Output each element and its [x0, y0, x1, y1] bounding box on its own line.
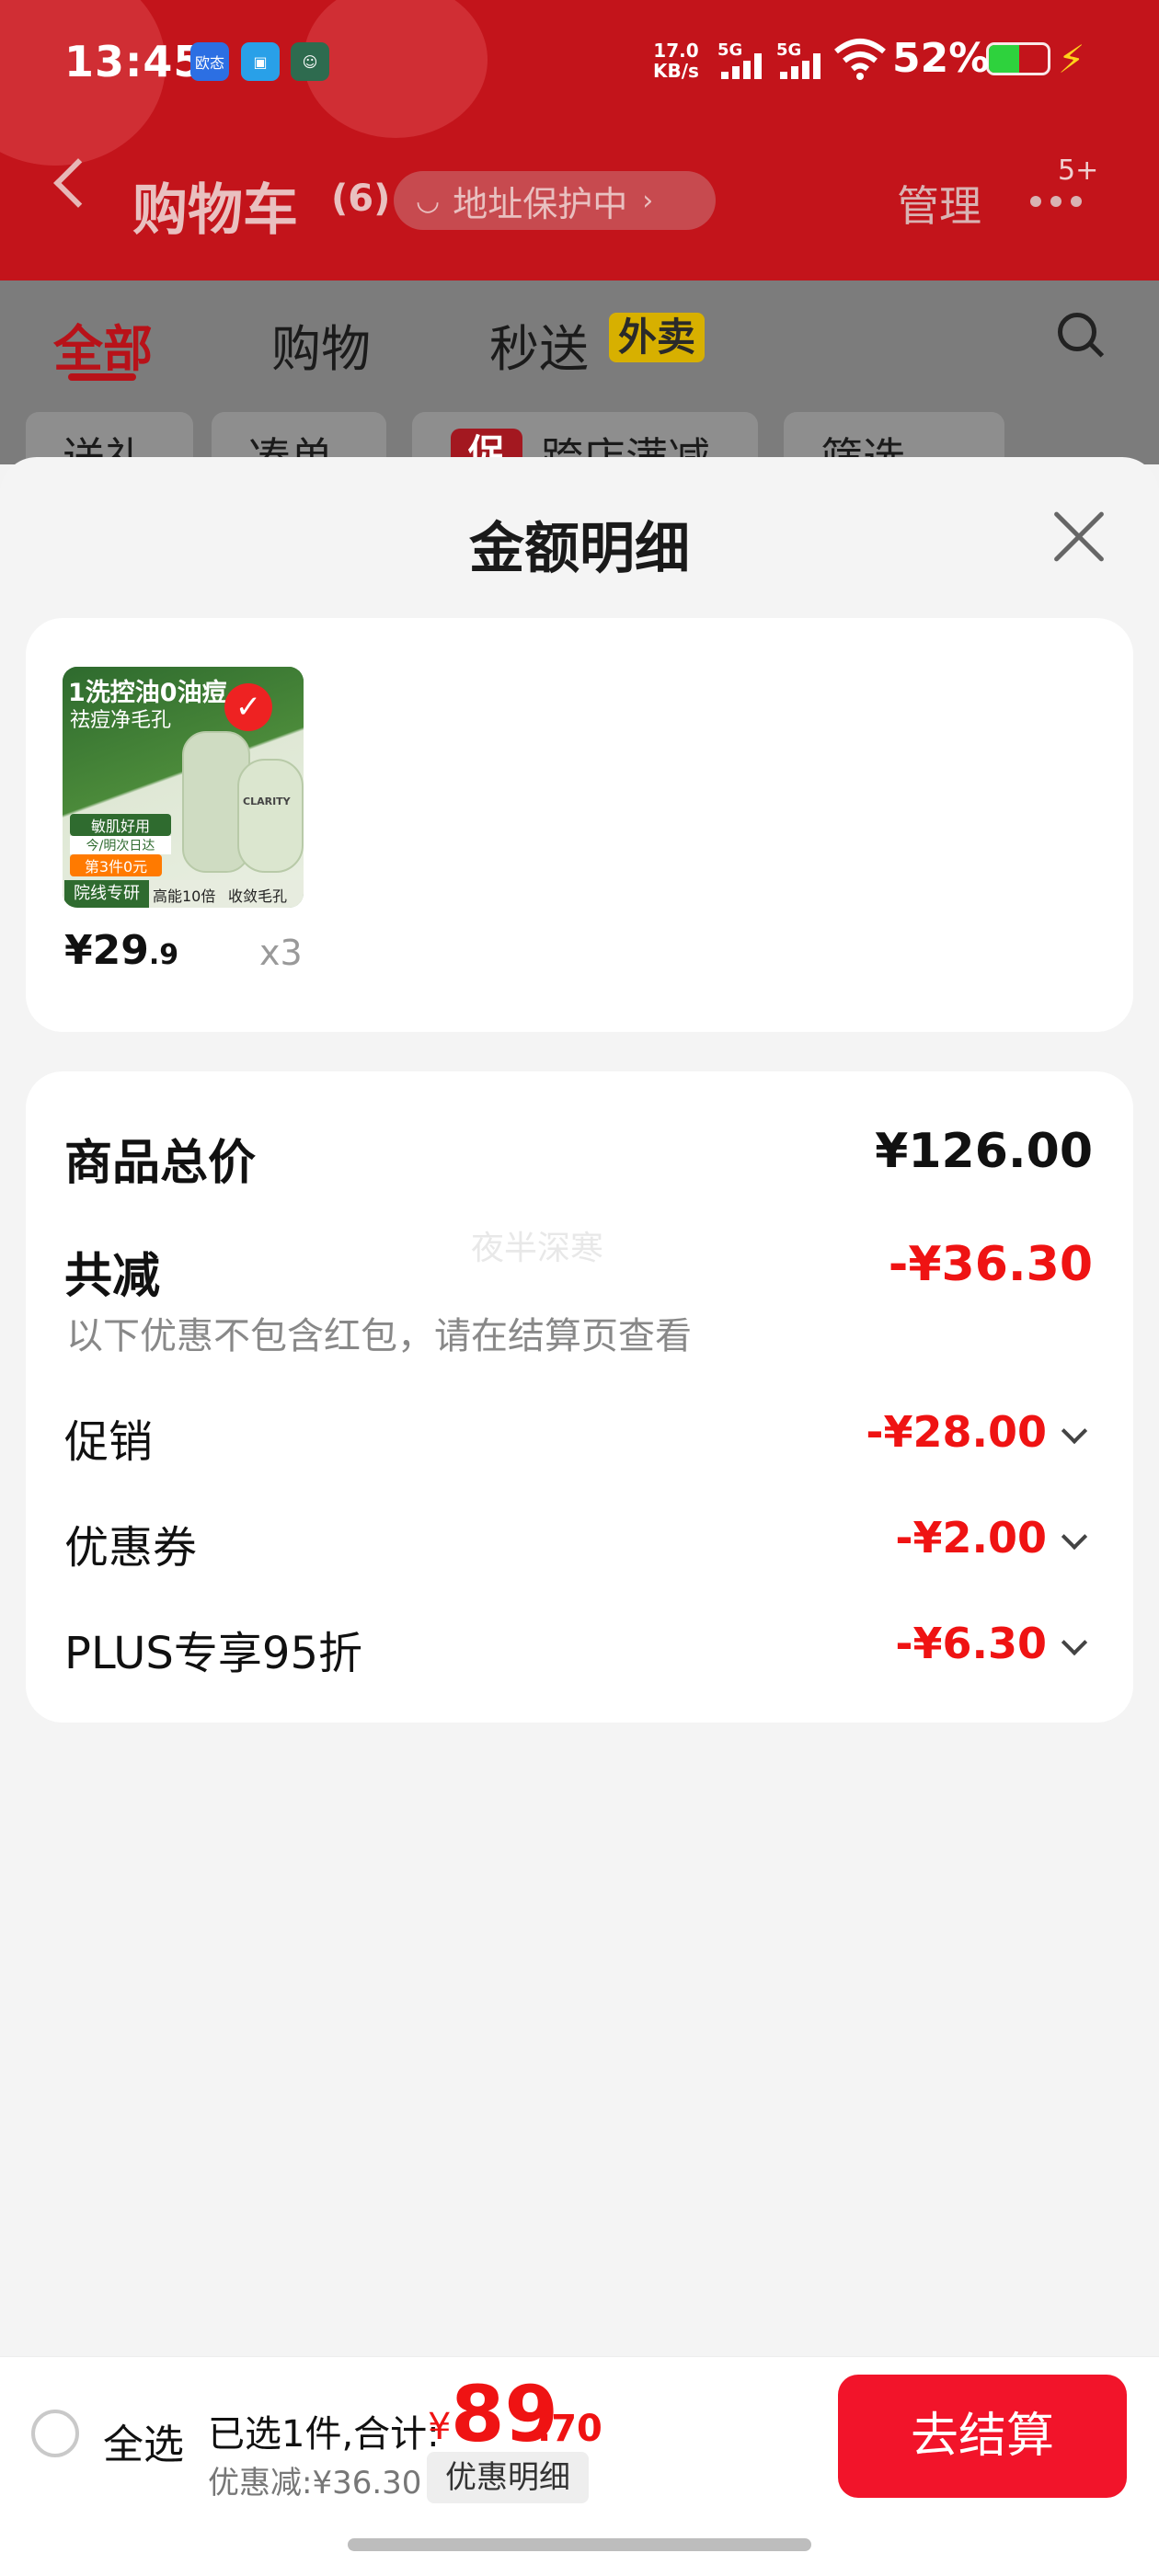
more-icon[interactable]	[1030, 193, 1091, 211]
waimai-tag: 外卖	[609, 313, 706, 362]
select-all-label[interactable]: 全选	[103, 2411, 184, 2470]
coupon-value[interactable]: -¥2.00	[895, 1513, 1047, 1563]
sheet-title: 金额明细	[469, 517, 690, 581]
search-icon[interactable]	[1058, 313, 1096, 351]
page-title: 购物车	[132, 178, 298, 243]
address-pill-label: 地址保护中	[453, 183, 628, 224]
app-notification-icon: 欧态	[190, 42, 229, 81]
total-price-label: 商品总价	[64, 1136, 257, 1191]
checkout-button[interactable]: 去结算	[838, 2375, 1127, 2498]
selected-summary: 已选1件,合计:	[208, 2413, 440, 2456]
avatar-icon: ☺	[291, 42, 329, 81]
product-bottle	[237, 759, 304, 873]
total-reduction-label: 共减	[64, 1249, 161, 1304]
signal-icon	[780, 53, 822, 79]
clip-icon: ▣	[241, 42, 280, 81]
plus-discount-label: PLUS专享95折	[64, 1628, 362, 1679]
tab-active-indicator	[68, 373, 136, 381]
signal-icon	[721, 53, 763, 79]
battery-icon	[986, 42, 1050, 75]
cart-count: (6)	[331, 177, 391, 220]
discount-summary: 优惠减:¥36.30	[208, 2465, 422, 2502]
wifi-icon	[832, 37, 888, 85]
select-all-radio[interactable]	[31, 2410, 79, 2457]
total-currency: ¥	[428, 2406, 452, 2448]
network-speed: 17.0 KB/s	[653, 40, 699, 82]
reduction-note: 以下优惠不包含红包，请在结算页查看	[66, 1315, 692, 1357]
watermark-text: 夜半深寒	[471, 1230, 604, 1267]
total-reduction-value: -¥36.30	[888, 1237, 1093, 1292]
coupon-label: 优惠券	[64, 1522, 198, 1574]
plus-discount-value[interactable]: -¥6.30	[895, 1619, 1047, 1668]
discount-detail-button[interactable]: 优惠明细	[427, 2452, 589, 2503]
home-indicator[interactable]	[348, 2538, 811, 2551]
message-badge: 5+	[1058, 155, 1099, 187]
promo-label: 促销	[64, 1416, 154, 1468]
close-icon[interactable]	[1049, 508, 1107, 567]
smile-icon: ◡	[416, 184, 441, 217]
charging-icon: ⚡	[1058, 37, 1085, 82]
promo-value[interactable]: -¥28.00	[866, 1407, 1047, 1457]
checkmark-badge-icon: ✓	[224, 683, 272, 731]
address-protection-pill[interactable]: ◡ 地址保护中 ›	[394, 171, 716, 230]
product-quantity: x3	[259, 933, 303, 973]
tab-instant-delivery[interactable]: 秒送	[489, 308, 589, 381]
total-price-value: ¥126.00	[875, 1124, 1093, 1179]
status-time: 13:45	[64, 37, 204, 86]
product-image[interactable]: 1洗控油0油痘 祛痘净毛孔 ✓ CLARITY 敏肌好用 今/明次日达 第3件0…	[63, 667, 304, 908]
total-amount-decimal: .70	[537, 2408, 602, 2450]
product-price: ¥29.9	[64, 927, 179, 974]
tab-all[interactable]: 全部	[53, 308, 153, 381]
battery-percent: 52%	[892, 35, 990, 82]
tab-shopping[interactable]: 购物	[271, 308, 371, 381]
chevron-right-icon: ›	[642, 184, 654, 217]
manage-button[interactable]: 管理	[897, 173, 981, 234]
